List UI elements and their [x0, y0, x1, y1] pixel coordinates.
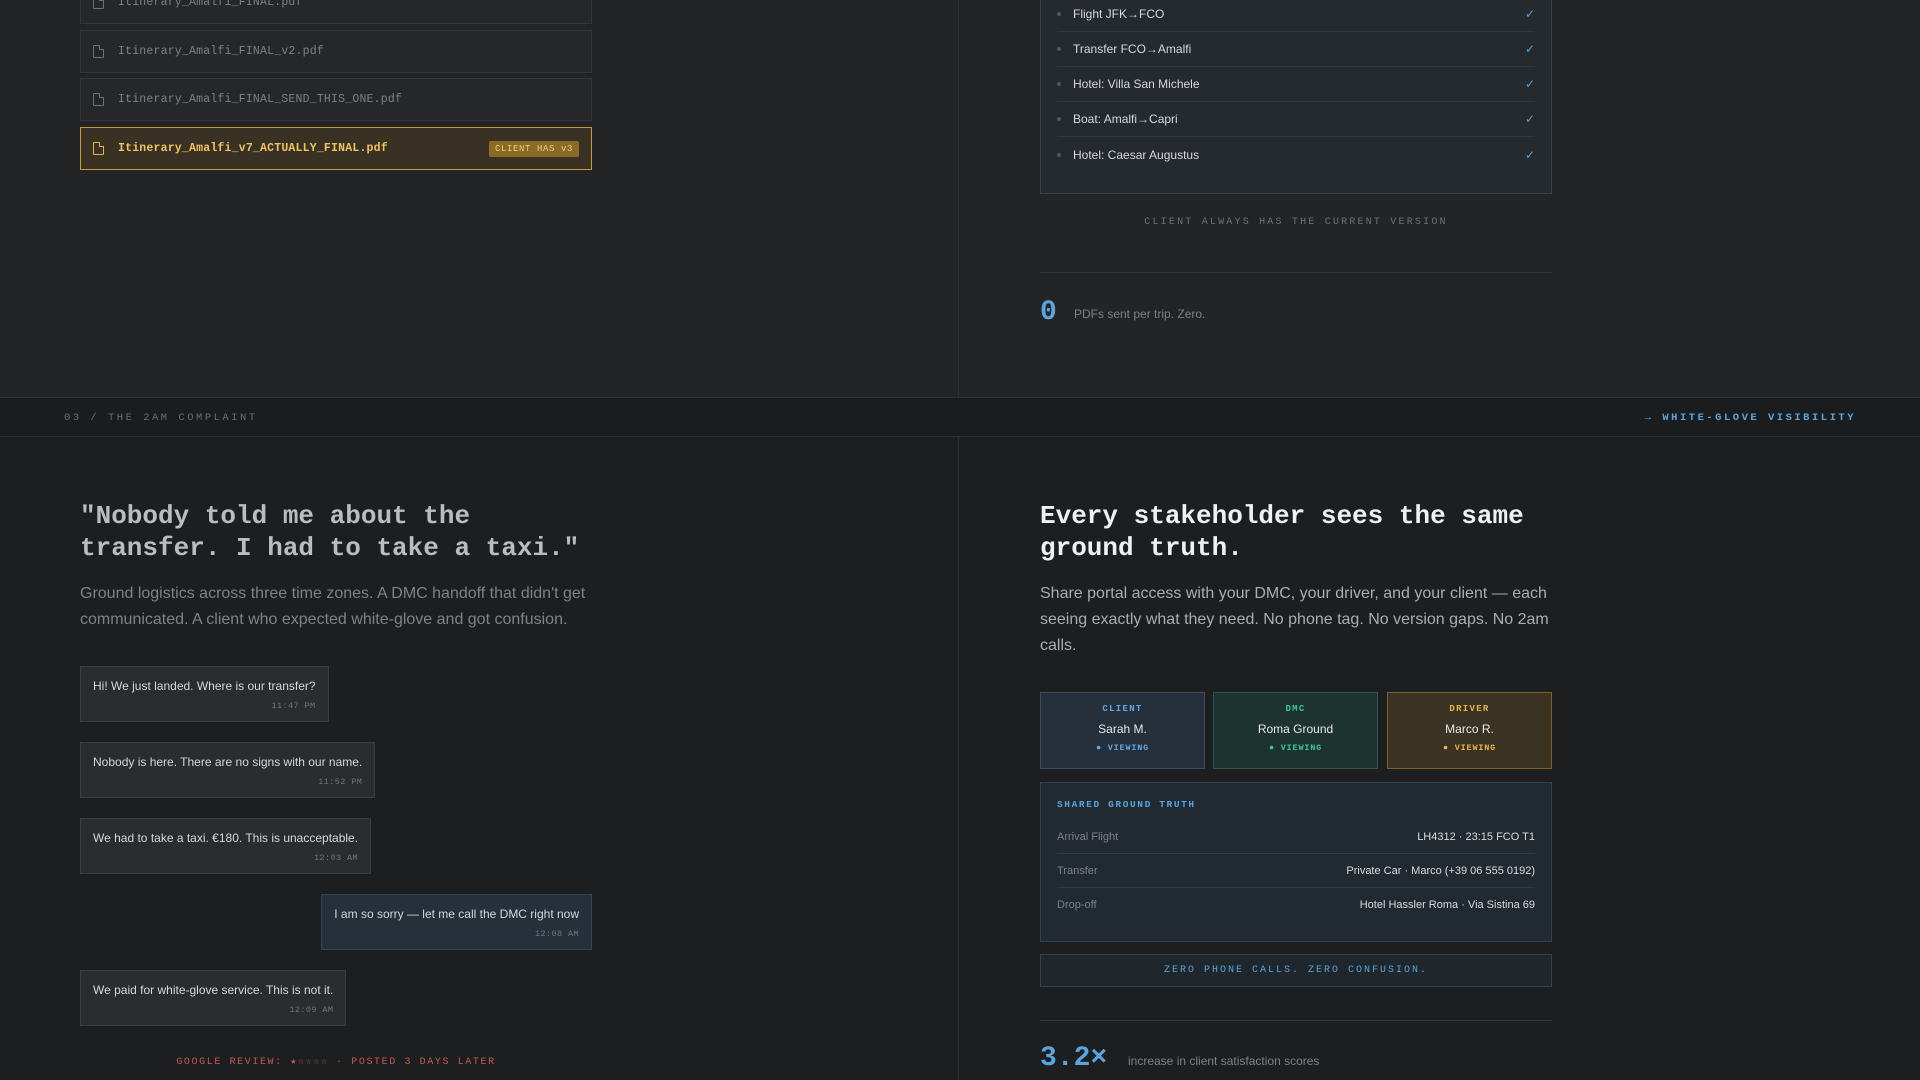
stat-text: increase in client satisfaction scores: [1128, 1054, 1320, 1068]
stat-value: 0: [1040, 297, 1057, 328]
viewing-status: ● VIEWING: [1268, 743, 1323, 753]
bullet-icon: [1057, 152, 1061, 157]
message-time: 11:47 PM: [271, 701, 316, 711]
truth-key: Drop-off: [1057, 899, 1097, 911]
itinerary-item[interactable]: Hotel: Caesar Augustus ✓: [1057, 137, 1535, 172]
message-text: I am so sorry — let me call the DMC righ…: [334, 907, 579, 921]
truth-value: LH4312 · 23:15 FCO T1: [1417, 830, 1535, 843]
truth-key: Arrival Flight: [1057, 830, 1119, 843]
itinerary-item[interactable]: Boat: Amalfi→Capri ✓: [1057, 102, 1535, 137]
itinerary-item-label: Hotel: Villa San Michele: [1073, 77, 1200, 91]
section-right-label[interactable]: → WHITE-GLOVE VISIBILITY: [1645, 412, 1856, 424]
document-icon: [93, 45, 104, 58]
chat-message-agent: I am so sorry — let me call the DMC righ…: [321, 894, 592, 950]
message-time: 12:09 AM: [289, 1005, 334, 1015]
truth-row: Drop-off Hotel Hassler Roma · Via Sistin…: [1057, 888, 1535, 922]
chat-message-client: We paid for white-glove service. This is…: [80, 970, 347, 1026]
viewing-status: ● VIEWING: [1095, 743, 1150, 753]
check-icon: ✓: [1524, 112, 1535, 126]
truth-value: Hotel Hassler Roma · Via Sistina 69: [1359, 899, 1535, 911]
file-name: Itinerary_Amalfi_FINAL.pdf: [118, 0, 303, 9]
chat-message-client: Nobody is here. There are no signs with …: [80, 742, 376, 798]
document-icon: [93, 0, 104, 9]
itinerary-item-label: Transfer FCO→Amalfi: [1073, 42, 1192, 56]
complaint-quote: "Nobody told me about the transfer. I ha…: [80, 501, 580, 563]
divider: [1040, 272, 1552, 273]
live-itinerary-panel: Flight JFK→FCO ✓ Transfer FCO→Amalfi ✓ H…: [959, 0, 1920, 397]
itinerary-caption: CLIENT ALWAYS HAS THE CURRENT VERSION: [1144, 217, 1448, 228]
itinerary-item[interactable]: Transfer FCO→Amalfi ✓: [1057, 32, 1535, 67]
check-icon: ✓: [1524, 147, 1535, 162]
bullet-icon: [1057, 82, 1061, 86]
shared-ground-truth-panel: SHARED GROUND TRUTH Arrival Flight LH431…: [1040, 782, 1552, 942]
document-icon: [93, 93, 104, 106]
bullet-icon: [1057, 117, 1061, 121]
file-row[interactable]: Itinerary_Amalfi_FINAL_SEND_THIS_ONE.pdf: [80, 78, 592, 121]
version-chaos-panel: Itinerary_Amalfi_FINAL.pdf Itinerary_Ama…: [0, 0, 958, 397]
stakeholder-role: DRIVER: [1449, 704, 1490, 714]
truth-value: Private Car · Marco (+39 06 555 0192): [1346, 864, 1535, 877]
message-text: Hi! We just landed. Where is our transfe…: [93, 679, 316, 693]
section-label: 03 / THE 2AM COMPLAINT: [64, 412, 258, 424]
truth-row: Arrival Flight LH4312 · 23:15 FCO T1: [1057, 820, 1535, 854]
check-icon: ✓: [1524, 7, 1535, 21]
truth-key: Transfer: [1057, 864, 1098, 877]
google-review-note: GOOGLE REVIEW: ★☆☆☆☆ · POSTED 3 DAYS LAT…: [176, 1057, 496, 1068]
itinerary-item-label: Flight JFK→FCO: [1073, 7, 1165, 21]
itinerary-item[interactable]: Flight JFK→FCO ✓: [1057, 0, 1535, 32]
stakeholder-card-client[interactable]: CLIENT Sarah M. ● VIEWING: [1040, 692, 1205, 769]
divider: [1040, 1020, 1552, 1021]
message-text: We paid for white-glove service. This is…: [93, 983, 334, 997]
stat-value: 3.2×: [1040, 1043, 1108, 1074]
solution-lead: Share portal access with your DMC, your …: [1040, 585, 1549, 654]
file-name: Itinerary_Amalfi_FINAL_v2.pdf: [118, 45, 324, 58]
file-name: Itinerary_Amalfi_FINAL_SEND_THIS_ONE.pdf: [118, 93, 403, 106]
solution-heading: Every stakeholder sees the same ground t…: [1040, 501, 1524, 563]
document-icon: [93, 142, 104, 155]
itinerary-item[interactable]: Hotel: Villa San Michele ✓: [1057, 67, 1535, 102]
itinerary-item-label: Hotel: Caesar Augustus: [1073, 147, 1200, 162]
itinerary-item-label: Boat: Amalfi→Capri: [1073, 112, 1178, 126]
stakeholder-name: Sarah M.: [1098, 722, 1147, 736]
stakeholder-name: Roma Ground: [1257, 722, 1334, 736]
section-bar: 03 / THE 2AM COMPLAINT → WHITE-GLOVE VIS…: [0, 397, 1920, 437]
message-text: We had to take a taxi. €180. This is una…: [93, 831, 359, 845]
file-row[interactable]: Itinerary_Amalfi_FINAL_v2.pdf: [80, 30, 592, 73]
stat-text: PDFs sent per trip. Zero.: [1074, 307, 1206, 321]
client-version-badge: CLIENT HAS v3: [488, 140, 579, 157]
stakeholder-role: DMC: [1285, 704, 1306, 714]
stakeholder-card-dmc[interactable]: DMC Roma Ground ● VIEWING: [1213, 692, 1378, 769]
stakeholder-card-driver[interactable]: DRIVER Marco R. ● VIEWING: [1387, 692, 1552, 769]
message-time: 12:03 AM: [314, 853, 359, 863]
chat-message-client: Hi! We just landed. Where is our transfe…: [80, 666, 329, 722]
file-name: Itinerary_Amalfi_v7_ACTUALLY_FINAL.pdf: [118, 142, 388, 155]
check-icon: ✓: [1524, 77, 1535, 91]
file-row[interactable]: Itinerary_Amalfi_FINAL.pdf: [80, 0, 592, 24]
zero-calls-banner: ZERO PHONE CALLS. ZERO CONFUSION.: [1040, 954, 1552, 987]
column-divider: [958, 0, 959, 1080]
message-time: 12:08 AM: [534, 929, 579, 939]
panel-title: SHARED GROUND TRUTH: [1057, 799, 1196, 810]
message-text: Nobody is here. There are no signs with …: [93, 755, 363, 769]
message-time: 11:52 PM: [318, 777, 363, 787]
problem-lead: Ground logistics across three time zones…: [80, 585, 586, 628]
viewing-status: ● VIEWING: [1442, 743, 1497, 753]
bullet-icon: [1057, 47, 1061, 51]
chat-message-client: We had to take a taxi. €180. This is una…: [80, 818, 372, 874]
bullet-icon: [1057, 12, 1061, 16]
file-row-latest[interactable]: Itinerary_Amalfi_v7_ACTUALLY_FINAL.pdf C…: [80, 127, 592, 170]
itinerary-list: Flight JFK→FCO ✓ Transfer FCO→Amalfi ✓ H…: [1040, 0, 1552, 194]
truth-row: Transfer Private Car · Marco (+39 06 555…: [1057, 854, 1535, 888]
stakeholder-role: CLIENT: [1102, 704, 1143, 714]
stakeholder-name: Marco R.: [1445, 722, 1494, 736]
check-icon: ✓: [1524, 42, 1535, 56]
